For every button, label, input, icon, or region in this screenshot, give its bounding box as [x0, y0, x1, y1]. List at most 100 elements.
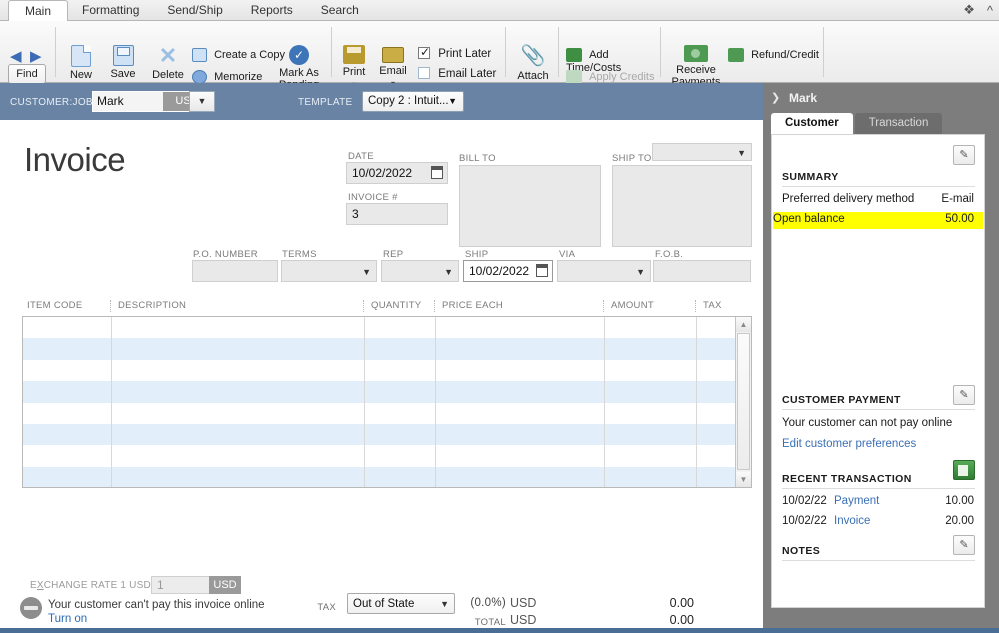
calendar-icon[interactable] [431, 166, 443, 179]
ship-to-textarea[interactable] [612, 165, 752, 247]
date-label: DATE [348, 151, 374, 162]
summary-header: SUMMARY [782, 171, 839, 183]
tax-label: TAX [317, 602, 336, 613]
table-row[interactable] [23, 381, 736, 403]
invoice-number-label: INVOICE # [348, 192, 398, 203]
scroll-down-icon[interactable]: ▼ [736, 472, 751, 487]
terms-dropdown[interactable]: ▼ [281, 260, 377, 282]
rep-dropdown[interactable]: ▼ [381, 260, 459, 282]
tab-send-ship[interactable]: Send/Ship [153, 0, 236, 21]
tab-formatting[interactable]: Formatting [68, 0, 153, 21]
quickbooks-invoice-window: Main Formatting Send/Ship Reports Search… [0, 0, 999, 633]
table-row[interactable] [23, 424, 736, 446]
customer-job-dropdown[interactable]: ▼ [189, 91, 215, 112]
line-items-scrollbar[interactable]: ▲ ▼ [735, 317, 751, 487]
po-number-label: P.O. NUMBER [193, 249, 258, 260]
credit-card-icon [20, 597, 42, 619]
total-currency: USD [510, 613, 537, 627]
refund-credit-icon [728, 48, 744, 62]
scroll-up-icon[interactable]: ▲ [736, 317, 751, 332]
invoice-number-input[interactable]: 3 [346, 203, 448, 225]
customer-payment-text: Your customer can not pay online [782, 417, 953, 429]
list-item[interactable]: 10/02/22 Invoice 20.00 [772, 515, 984, 531]
delete-x-icon: ✕ [158, 43, 178, 68]
invoice-form: CUSTOMER:JOB Mark USD ▼ TEMPLATE Copy 2 … [0, 83, 763, 633]
email-later-checkbox[interactable]: Email Later [418, 67, 496, 80]
ribbon-window-controls: ❖ ^ [963, 2, 993, 18]
checkbox-icon [418, 67, 430, 79]
date-input[interactable]: 10/02/2022 [346, 162, 448, 184]
turn-on-link[interactable]: Turn on [48, 613, 87, 625]
pencil-icon[interactable]: ✎ [953, 145, 975, 165]
exchange-rate-currency: USD [209, 576, 241, 594]
main-toolbar: ◀ ▶ Find New Save ▾ ✕ Delete ▾ Create a … [0, 21, 999, 94]
ship-to-dropdown[interactable]: ▼ [652, 143, 752, 161]
report-icon[interactable] [953, 460, 975, 480]
page-title: Invoice [24, 141, 126, 178]
pencil-icon[interactable]: ✎ [953, 535, 975, 555]
save-disk-icon [112, 45, 134, 66]
expand-icon[interactable]: ❖ [963, 2, 975, 18]
find-button[interactable]: Find [8, 64, 46, 84]
recent-transaction-header: RECENT TRANSACTION [782, 473, 912, 485]
customer-job-bar: CUSTOMER:JOB Mark USD ▼ TEMPLATE Copy 2 … [0, 83, 763, 120]
exchange-rate-label: EXCHANGE RATE 1 USD = [30, 580, 160, 591]
tax-percent: (0.0%) [470, 597, 506, 609]
customer-job-label: CUSTOMER:JOB [10, 97, 93, 108]
fob-input[interactable] [653, 260, 751, 282]
total-amount: 0.00 [669, 613, 694, 627]
notes-body[interactable] [782, 567, 974, 601]
sidebar-tabs: Customer Transaction [771, 113, 943, 134]
tab-reports[interactable]: Reports [237, 0, 307, 21]
fob-label: F.O.B. [655, 249, 684, 260]
column-quantity: QUANTITY [371, 300, 422, 311]
list-item[interactable]: 10/02/22 Payment 10.00 [772, 495, 984, 511]
next-arrow-icon[interactable]: ▶ [30, 47, 42, 65]
add-time-costs-icon [566, 48, 582, 62]
table-row[interactable] [23, 445, 736, 466]
edit-customer-preferences-link[interactable]: Edit customer preferences [782, 438, 916, 450]
calendar-icon[interactable] [536, 264, 548, 277]
ship-date-label: SHIP [465, 249, 489, 260]
tab-main[interactable]: Main [8, 0, 69, 22]
new-document-icon [71, 45, 91, 67]
ribbon-tab-bar: Main Formatting Send/Ship Reports Search… [0, 0, 999, 22]
table-row[interactable] [23, 338, 736, 360]
refund-credit-button[interactable]: Refund/Credit [728, 48, 824, 62]
ship-date-input[interactable]: 10/02/2022 [463, 260, 553, 282]
tax-amount: 0.00 [669, 596, 694, 610]
sidebar-tab-transaction[interactable]: Transaction [854, 113, 943, 134]
tax-dropdown[interactable]: Out of State ▼ [347, 593, 455, 614]
pencil-icon[interactable]: ✎ [953, 385, 975, 405]
chevron-down-icon: ▼ [636, 267, 645, 277]
customer-payment-header: CUSTOMER PAYMENT [782, 394, 901, 406]
chevron-up-icon[interactable]: ^ [987, 3, 993, 18]
table-row[interactable] [23, 466, 736, 487]
checkbox-icon [418, 45, 430, 59]
chevron-right-icon[interactable]: ❯ [771, 91, 780, 104]
table-row[interactable] [23, 403, 736, 424]
total-label: TOTAL [474, 617, 506, 628]
table-row[interactable] [23, 317, 736, 338]
sidebar-title: Mark [789, 91, 818, 105]
table-row[interactable] [23, 360, 736, 381]
receive-payments-button[interactable]: Receive Payments [666, 45, 726, 88]
template-dropdown[interactable]: Copy 2 : Intuit... ▼ [362, 91, 464, 112]
via-label: VIA [559, 249, 576, 260]
print-later-checkbox[interactable]: Print Later [418, 45, 491, 60]
sidebar-tab-customer[interactable]: Customer [771, 113, 853, 134]
line-items-grid[interactable]: ▲ ▼ [22, 316, 752, 488]
apply-credits-button: Apply Credits [566, 70, 666, 84]
column-tax: TAX [703, 300, 722, 311]
previous-arrow-icon[interactable]: ◀ [10, 47, 22, 65]
summary-row-delivery: Preferred delivery method E-mail [782, 193, 974, 205]
tab-search[interactable]: Search [307, 0, 373, 21]
bill-to-textarea[interactable] [459, 165, 601, 247]
po-number-input[interactable] [192, 260, 278, 282]
via-dropdown[interactable]: ▼ [557, 260, 651, 282]
sidebar-bottom-strip [763, 628, 999, 633]
scrollbar-thumb[interactable] [737, 333, 750, 470]
new-button[interactable]: New [62, 45, 100, 81]
rep-label: REP [383, 249, 404, 260]
pending-check-icon: ✓ [289, 45, 309, 65]
